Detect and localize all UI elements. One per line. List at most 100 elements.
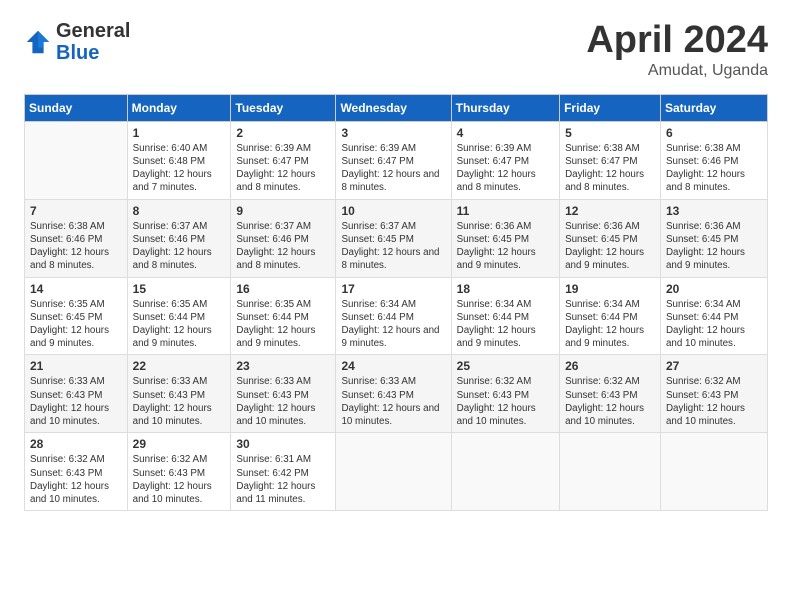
logo-blue-text: Blue <box>56 42 99 64</box>
day-info: Sunrise: 6:39 AM Sunset: 6:47 PM Dayligh… <box>457 142 554 195</box>
header: General Blue April 2024 Amudat, Uganda <box>24 20 768 80</box>
col-tuesday: Tuesday <box>231 94 336 121</box>
day-number: 21 <box>30 359 122 373</box>
day-number: 29 <box>133 437 226 451</box>
calendar-day-cell: 17 Sunrise: 6:34 AM Sunset: 6:44 PM Dayli… <box>336 277 451 355</box>
page: General Blue April 2024 Amudat, Uganda S… <box>0 0 792 612</box>
day-number: 22 <box>133 359 226 373</box>
col-friday: Friday <box>560 94 661 121</box>
day-number: 8 <box>133 204 226 218</box>
calendar-day-cell: 4 Sunrise: 6:39 AM Sunset: 6:47 PM Daylig… <box>451 121 559 199</box>
calendar-day-cell: 19Sunrise: 6:34 AM Sunset: 6:44 PM Dayli… <box>560 277 661 355</box>
calendar-day-cell: 22Sunrise: 6:33 AM Sunset: 6:43 PM Dayli… <box>127 355 231 433</box>
day-number: 25 <box>457 359 554 373</box>
day-info: Sunrise: 6:35 AM Sunset: 6:44 PM Dayligh… <box>236 298 330 351</box>
day-info: Sunrise: 6:34 AM Sunset: 6:44 PM Dayligh… <box>565 298 655 351</box>
day-info: Sunrise: 6:32 AM Sunset: 6:43 PM Dayligh… <box>30 453 122 506</box>
day-info: Sunrise: 6:36 AM Sunset: 6:45 PM Dayligh… <box>666 220 762 273</box>
day-info: Sunrise: 6:32 AM Sunset: 6:43 PM Dayligh… <box>666 375 762 428</box>
day-number: 30 <box>236 437 330 451</box>
calendar-day-cell: 9 Sunrise: 6:37 AM Sunset: 6:46 PM Daylig… <box>231 199 336 277</box>
day-number: 9 <box>236 204 330 218</box>
day-number: 27 <box>666 359 762 373</box>
location: Amudat, Uganda <box>586 62 768 80</box>
calendar-day-cell: 20 Sunrise: 6:34 AM Sunset: 6:44 PM Dayli… <box>660 277 767 355</box>
calendar-day-cell <box>451 433 559 511</box>
day-number: 4 <box>457 126 554 140</box>
day-number: 11 <box>457 204 554 218</box>
calendar-day-cell: 24 Sunrise: 6:33 AM Sunset: 6:43 PM Dayli… <box>336 355 451 433</box>
day-number: 24 <box>341 359 445 373</box>
calendar-day-cell: 27 Sunrise: 6:32 AM Sunset: 6:43 PM Dayli… <box>660 355 767 433</box>
day-info: Sunrise: 6:33 AM Sunset: 6:43 PM Dayligh… <box>30 375 122 428</box>
calendar-day-cell: 30 Sunrise: 6:31 AM Sunset: 6:42 PM Dayli… <box>231 433 336 511</box>
col-wednesday: Wednesday <box>336 94 451 121</box>
day-info: Sunrise: 6:38 AM Sunset: 6:46 PM Dayligh… <box>30 220 122 273</box>
day-info: Sunrise: 6:38 AM Sunset: 6:47 PM Dayligh… <box>565 142 655 195</box>
col-saturday: Saturday <box>660 94 767 121</box>
day-info: Sunrise: 6:31 AM Sunset: 6:42 PM Dayligh… <box>236 453 330 506</box>
calendar-week-row: 7 Sunrise: 6:38 AM Sunset: 6:46 PM Daylig… <box>25 199 768 277</box>
day-number: 1 <box>133 126 226 140</box>
calendar-week-row: 1 Sunrise: 6:40 AM Sunset: 6:48 PM Daylig… <box>25 121 768 199</box>
day-info: Sunrise: 6:37 AM Sunset: 6:45 PM Dayligh… <box>341 220 445 273</box>
calendar-day-cell: 28 Sunrise: 6:32 AM Sunset: 6:43 PM Dayli… <box>25 433 128 511</box>
day-number: 3 <box>341 126 445 140</box>
day-info: Sunrise: 6:35 AM Sunset: 6:44 PM Dayligh… <box>133 298 226 351</box>
col-sunday: Sunday <box>25 94 128 121</box>
calendar-day-cell: 2 Sunrise: 6:39 AM Sunset: 6:47 PM Daylig… <box>231 121 336 199</box>
calendar-week-row: 14 Sunrise: 6:35 AM Sunset: 6:45 PM Dayli… <box>25 277 768 355</box>
day-info: Sunrise: 6:33 AM Sunset: 6:43 PM Dayligh… <box>236 375 330 428</box>
calendar-table: Sunday Monday Tuesday Wednesday Thursday… <box>24 94 768 511</box>
day-info: Sunrise: 6:33 AM Sunset: 6:43 PM Dayligh… <box>341 375 445 428</box>
day-info: Sunrise: 6:32 AM Sunset: 6:43 PM Dayligh… <box>457 375 554 428</box>
title-block: April 2024 Amudat, Uganda <box>586 20 768 80</box>
day-number: 17 <box>341 282 445 296</box>
day-info: Sunrise: 6:37 AM Sunset: 6:46 PM Dayligh… <box>236 220 330 273</box>
day-number: 5 <box>565 126 655 140</box>
day-info: Sunrise: 6:35 AM Sunset: 6:45 PM Dayligh… <box>30 298 122 351</box>
col-monday: Monday <box>127 94 231 121</box>
calendar-day-cell: 5 Sunrise: 6:38 AM Sunset: 6:47 PM Daylig… <box>560 121 661 199</box>
day-number: 10 <box>341 204 445 218</box>
day-info: Sunrise: 6:34 AM Sunset: 6:44 PM Dayligh… <box>666 298 762 351</box>
day-number: 14 <box>30 282 122 296</box>
calendar-day-cell: 8 Sunrise: 6:37 AM Sunset: 6:46 PM Daylig… <box>127 199 231 277</box>
calendar-day-cell: 1 Sunrise: 6:40 AM Sunset: 6:48 PM Daylig… <box>127 121 231 199</box>
calendar-day-cell: 3Sunrise: 6:39 AM Sunset: 6:47 PM Daylig… <box>336 121 451 199</box>
day-number: 26 <box>565 359 655 373</box>
calendar-day-cell <box>660 433 767 511</box>
calendar-day-cell <box>336 433 451 511</box>
day-number: 2 <box>236 126 330 140</box>
day-info: Sunrise: 6:38 AM Sunset: 6:46 PM Dayligh… <box>666 142 762 195</box>
day-info: Sunrise: 6:32 AM Sunset: 6:43 PM Dayligh… <box>565 375 655 428</box>
calendar-week-row: 28 Sunrise: 6:32 AM Sunset: 6:43 PM Dayli… <box>25 433 768 511</box>
day-info: Sunrise: 6:40 AM Sunset: 6:48 PM Dayligh… <box>133 142 226 195</box>
calendar-day-cell: 21 Sunrise: 6:33 AM Sunset: 6:43 PM Dayli… <box>25 355 128 433</box>
calendar-week-row: 21 Sunrise: 6:33 AM Sunset: 6:43 PM Dayli… <box>25 355 768 433</box>
calendar-day-cell: 14 Sunrise: 6:35 AM Sunset: 6:45 PM Dayli… <box>25 277 128 355</box>
calendar-day-cell: 29Sunrise: 6:32 AM Sunset: 6:43 PM Dayli… <box>127 433 231 511</box>
calendar-day-cell: 7 Sunrise: 6:38 AM Sunset: 6:46 PM Daylig… <box>25 199 128 277</box>
day-info: Sunrise: 6:36 AM Sunset: 6:45 PM Dayligh… <box>457 220 554 273</box>
day-number: 15 <box>133 282 226 296</box>
calendar-day-cell <box>560 433 661 511</box>
calendar-day-cell: 11 Sunrise: 6:36 AM Sunset: 6:45 PM Dayli… <box>451 199 559 277</box>
calendar-day-cell: 18Sunrise: 6:34 AM Sunset: 6:44 PM Dayli… <box>451 277 559 355</box>
day-number: 7 <box>30 204 122 218</box>
day-number: 16 <box>236 282 330 296</box>
logo-general-text: General <box>56 20 130 42</box>
calendar-day-cell <box>25 121 128 199</box>
calendar-day-cell: 26 Sunrise: 6:32 AM Sunset: 6:43 PM Dayli… <box>560 355 661 433</box>
day-number: 20 <box>666 282 762 296</box>
day-number: 18 <box>457 282 554 296</box>
calendar-day-cell: 6Sunrise: 6:38 AM Sunset: 6:46 PM Daylig… <box>660 121 767 199</box>
day-info: Sunrise: 6:37 AM Sunset: 6:46 PM Dayligh… <box>133 220 226 273</box>
logo-icon <box>24 28 52 56</box>
calendar-day-cell: 25 Sunrise: 6:32 AM Sunset: 6:43 PM Dayli… <box>451 355 559 433</box>
day-info: Sunrise: 6:34 AM Sunset: 6:44 PM Dayligh… <box>341 298 445 351</box>
day-number: 28 <box>30 437 122 451</box>
day-number: 23 <box>236 359 330 373</box>
calendar-day-cell: 23 Sunrise: 6:33 AM Sunset: 6:43 PM Dayli… <box>231 355 336 433</box>
day-info: Sunrise: 6:39 AM Sunset: 6:47 PM Dayligh… <box>236 142 330 195</box>
